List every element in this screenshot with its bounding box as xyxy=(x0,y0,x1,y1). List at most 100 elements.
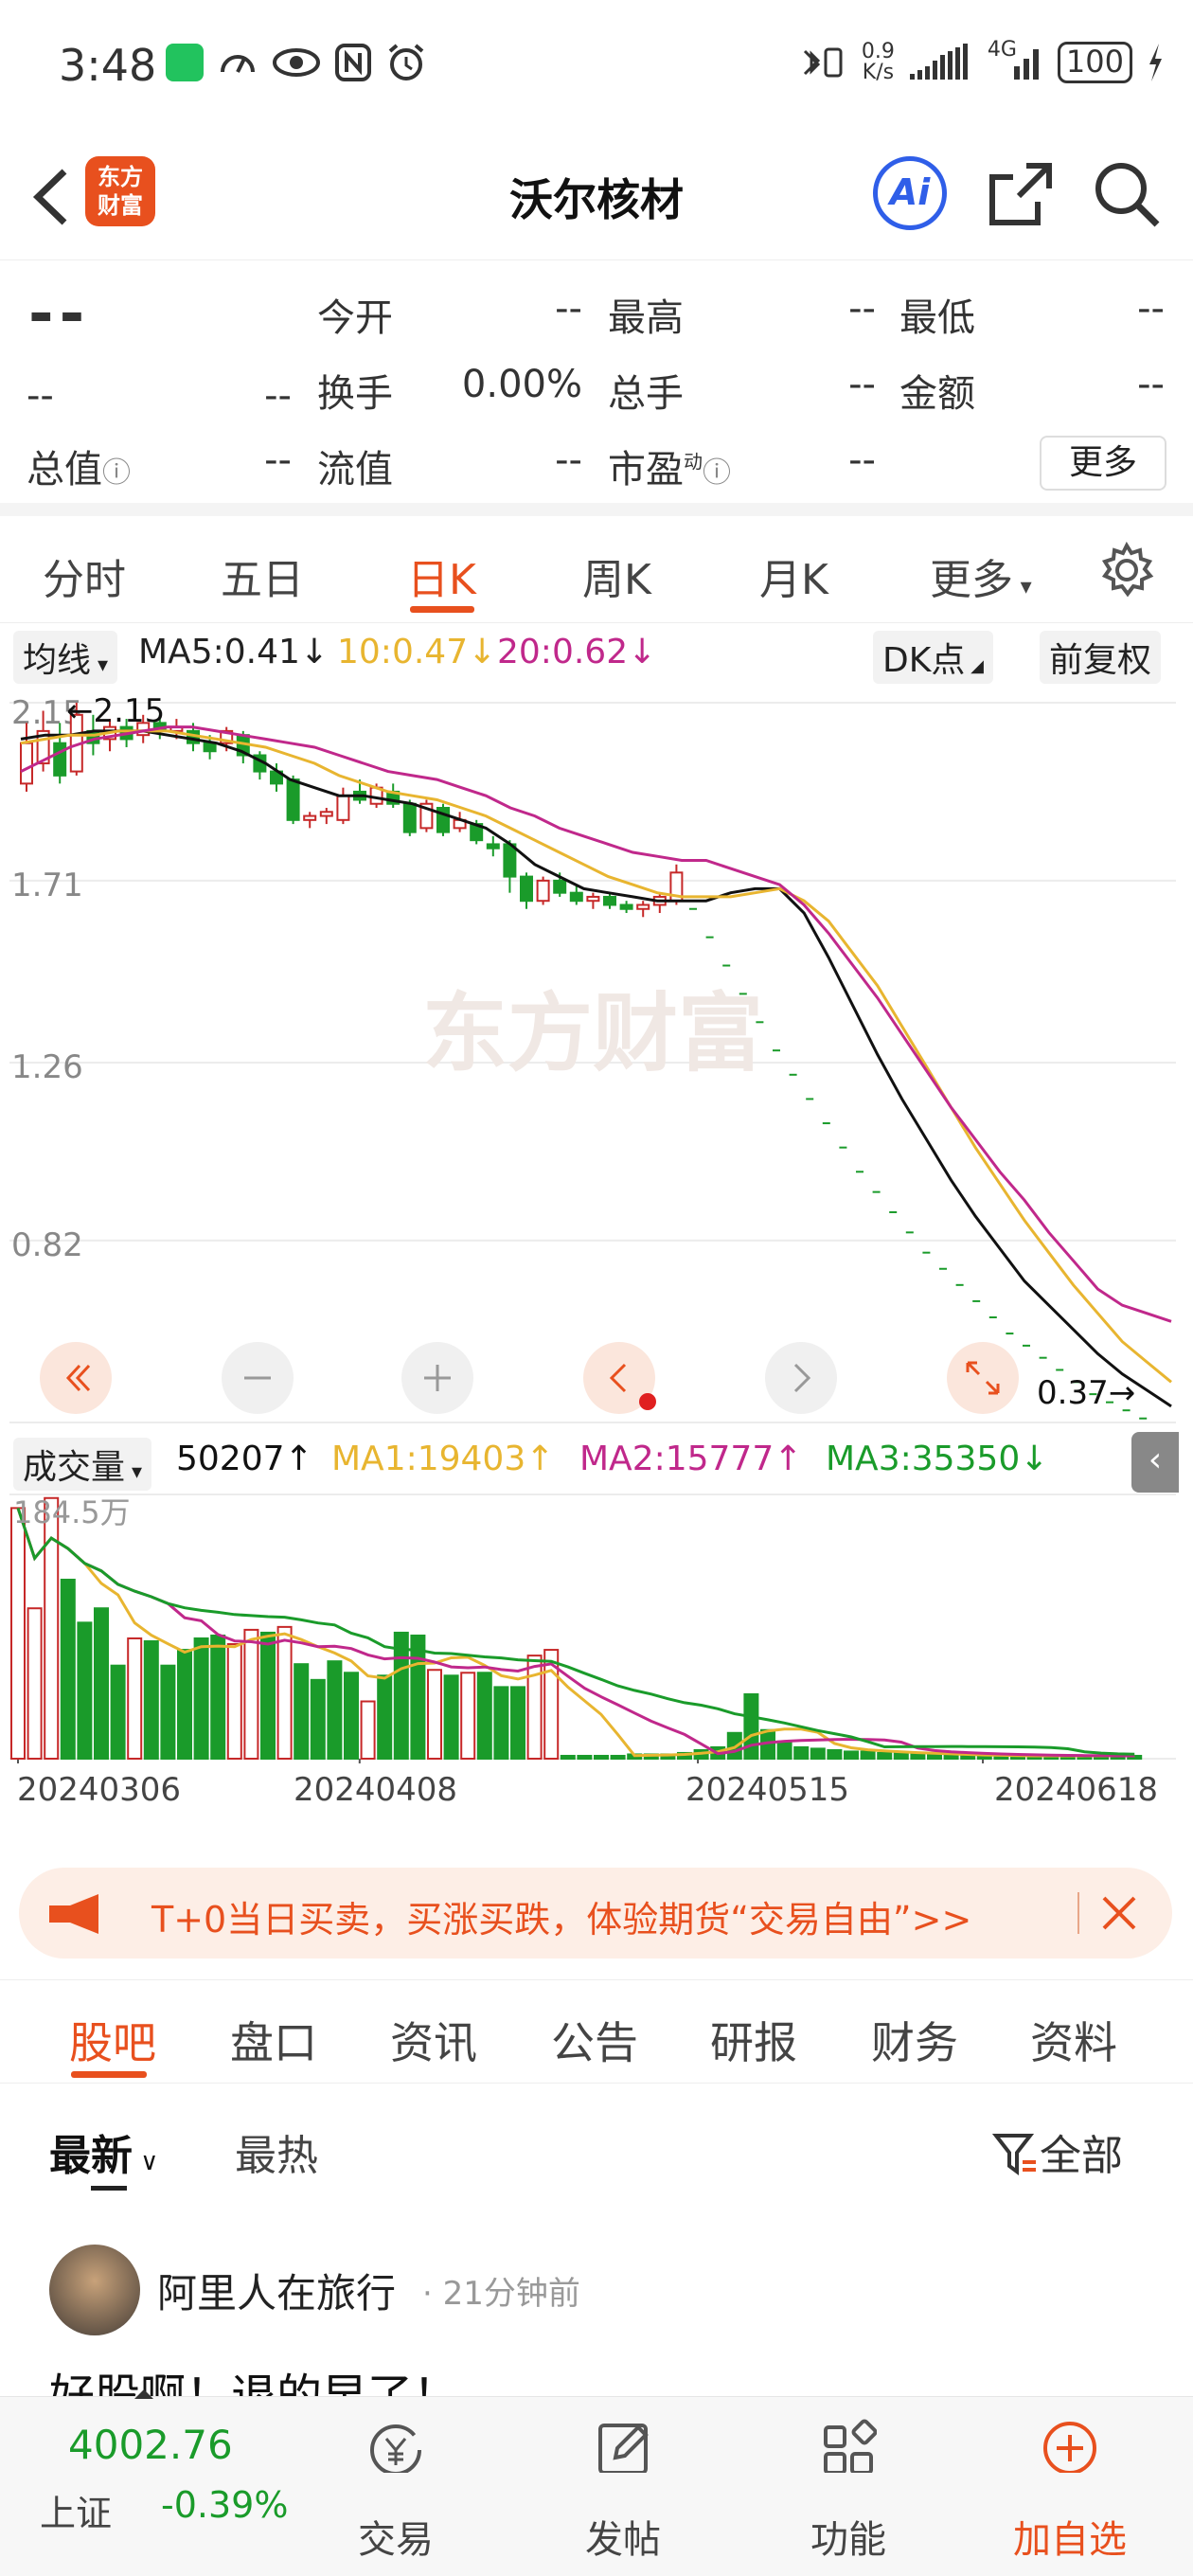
candle xyxy=(553,879,567,894)
promo-banner[interactable]: T+0当日买卖，买涨买跌，体验期货“交易自由”>> xyxy=(19,1868,1172,1959)
candle xyxy=(303,814,317,821)
nfc-icon xyxy=(335,44,371,81)
zoom-in-icon[interactable] xyxy=(401,1342,473,1414)
volume-bar xyxy=(493,1686,509,1760)
ai-button[interactable]: Ai xyxy=(873,156,947,230)
caret-down-icon: ▾ xyxy=(91,653,109,677)
turnover-value: 0.00% xyxy=(461,363,582,406)
grid-icon xyxy=(824,2419,877,2473)
open-label: 今开 xyxy=(317,296,393,340)
low-label: 最低 xyxy=(899,296,975,340)
volume-bar xyxy=(810,1747,826,1761)
tab-research[interactable]: 研报 xyxy=(710,2009,797,2071)
index-value[interactable]: 4002.76 xyxy=(68,2422,233,2468)
chart-settings-button[interactable] xyxy=(1098,541,1155,602)
yen-circle-icon xyxy=(370,2424,421,2473)
tab-five-day[interactable]: 五日 xyxy=(221,546,304,606)
volume-current: 50207↑ xyxy=(176,1440,313,1478)
candle xyxy=(536,879,550,903)
filter-icon xyxy=(991,2134,1036,2175)
dk-point-button[interactable]: DK点 ◢ xyxy=(873,631,993,684)
volume-bar xyxy=(526,1655,543,1760)
tab-monthly-k[interactable]: 月K xyxy=(759,546,828,606)
active-tab-indicator xyxy=(410,606,474,613)
clock: 3:48 xyxy=(59,40,157,91)
date-tick: 20240515 xyxy=(686,1771,850,1809)
alert-dot xyxy=(639,1393,656,1410)
tab-daily-k[interactable]: 日K xyxy=(407,546,476,606)
charging-icon xyxy=(1149,44,1162,81)
date-axis: 20240306 20240408 20240515 20240618 xyxy=(0,1771,1193,1818)
rewind-icon[interactable] xyxy=(40,1342,112,1414)
candle xyxy=(520,875,533,903)
volume-bar xyxy=(510,1686,525,1760)
volume-bar xyxy=(443,1674,459,1760)
tab-forum[interactable]: 股吧 xyxy=(69,2009,156,2071)
tab-orderbook[interactable]: 盘口 xyxy=(230,2009,317,2071)
index-change[interactable]: -0.39% xyxy=(161,2484,288,2526)
collapse-panel-button[interactable]: ‹ xyxy=(1131,1432,1179,1493)
volume-chart[interactable]: 184.5万 xyxy=(9,1489,1176,1763)
share-button[interactable] xyxy=(985,156,1059,234)
step-left-icon[interactable] xyxy=(583,1342,656,1414)
date-tick: 20240618 xyxy=(994,1771,1159,1809)
tab-financials[interactable]: 财务 xyxy=(871,2009,958,2071)
volume-bar xyxy=(10,1507,26,1761)
info-icon[interactable]: ⓘ xyxy=(703,456,731,490)
y-tick-label: 1.71 xyxy=(11,867,83,904)
float-cap-value: -- xyxy=(555,438,582,482)
candle xyxy=(336,795,350,821)
close-icon[interactable] xyxy=(1098,1892,1140,1934)
tab-intraday[interactable]: 分时 xyxy=(43,546,126,606)
candle xyxy=(486,843,500,850)
tab-more[interactable]: 更多 ▾ xyxy=(930,546,1032,606)
tab-profile[interactable]: 资料 xyxy=(1030,2009,1117,2071)
post-author[interactable]: 阿里人在旅行 xyxy=(157,2262,396,2319)
tab-news[interactable]: 资讯 xyxy=(390,2009,477,2071)
step-right-icon[interactable] xyxy=(765,1342,837,1414)
volume-bar xyxy=(960,1754,976,1761)
high-value: -- xyxy=(848,287,876,331)
ma20-value: 20:0.62↓ xyxy=(497,633,657,671)
market-cap-label: 总值ⓘ xyxy=(27,448,131,492)
volume-bar xyxy=(226,1643,242,1760)
volume-bar xyxy=(360,1700,376,1760)
ma-select[interactable]: 均线 ▾ xyxy=(13,631,118,684)
avatar[interactable] xyxy=(49,2245,140,2335)
zoom-out-icon[interactable] xyxy=(222,1342,294,1414)
caret-down-icon: ▾ xyxy=(1013,573,1032,599)
chart-toolbar: 均线 ▾ MA5:0.41↓ 10:0.47↓ 20:0.62↓ DK点 ◢ 前… xyxy=(0,625,1193,684)
period-tabs: 分时 五日 日K 周K 月K 更多 ▾ xyxy=(0,519,1193,623)
fullscreen-icon[interactable] xyxy=(947,1342,1019,1414)
price-adjust-button[interactable]: 前复权 xyxy=(1040,631,1162,684)
stock-header: 沃尔核材 Ai xyxy=(0,137,1193,260)
forum-post[interactable]: 阿里人在旅行 · 21分钟前 好股啊！退的早了！ xyxy=(0,2207,1193,2423)
sort-hot[interactable]: 最热 xyxy=(235,2121,318,2182)
filter-button[interactable]: 全部 xyxy=(991,2121,1123,2182)
volume-select[interactable]: 成交量 ▾ xyxy=(13,1438,152,1491)
chevron-down-icon: ∨ xyxy=(133,2148,159,2176)
volume-bar xyxy=(177,1649,192,1760)
volume-bar xyxy=(427,1669,442,1760)
candle xyxy=(636,903,650,910)
ma10-value: 10:0.47↓ xyxy=(337,633,497,671)
info-icon[interactable]: ⓘ xyxy=(102,456,131,490)
candle xyxy=(203,742,217,753)
candle xyxy=(619,903,633,910)
volume-bar xyxy=(460,1672,476,1760)
tab-weekly-k[interactable]: 周K xyxy=(582,546,651,606)
watermark: 东方财富 xyxy=(422,984,763,1083)
index-name[interactable]: 上证 xyxy=(40,2484,112,2536)
volume-bar xyxy=(310,1678,326,1760)
volume-ma2: MA2:15777↑ xyxy=(579,1440,803,1478)
amount-value: -- xyxy=(1137,363,1165,406)
speedometer-icon xyxy=(221,55,255,73)
volume-bar xyxy=(143,1640,159,1760)
sort-latest[interactable]: 最新 ∨ xyxy=(49,2121,158,2182)
search-button[interactable] xyxy=(1089,156,1163,234)
candlestick-chart[interactable]: 东方财富 2.151.711.260.820.37 ←2.15 0.37→ xyxy=(9,684,1176,1432)
status-bar: 3:48 0.9 K/s 4G 100 xyxy=(0,0,1193,137)
notification-icons xyxy=(166,42,427,83)
tab-announcements[interactable]: 公告 xyxy=(551,2009,638,2071)
more-button[interactable]: 更多 xyxy=(1040,436,1166,491)
